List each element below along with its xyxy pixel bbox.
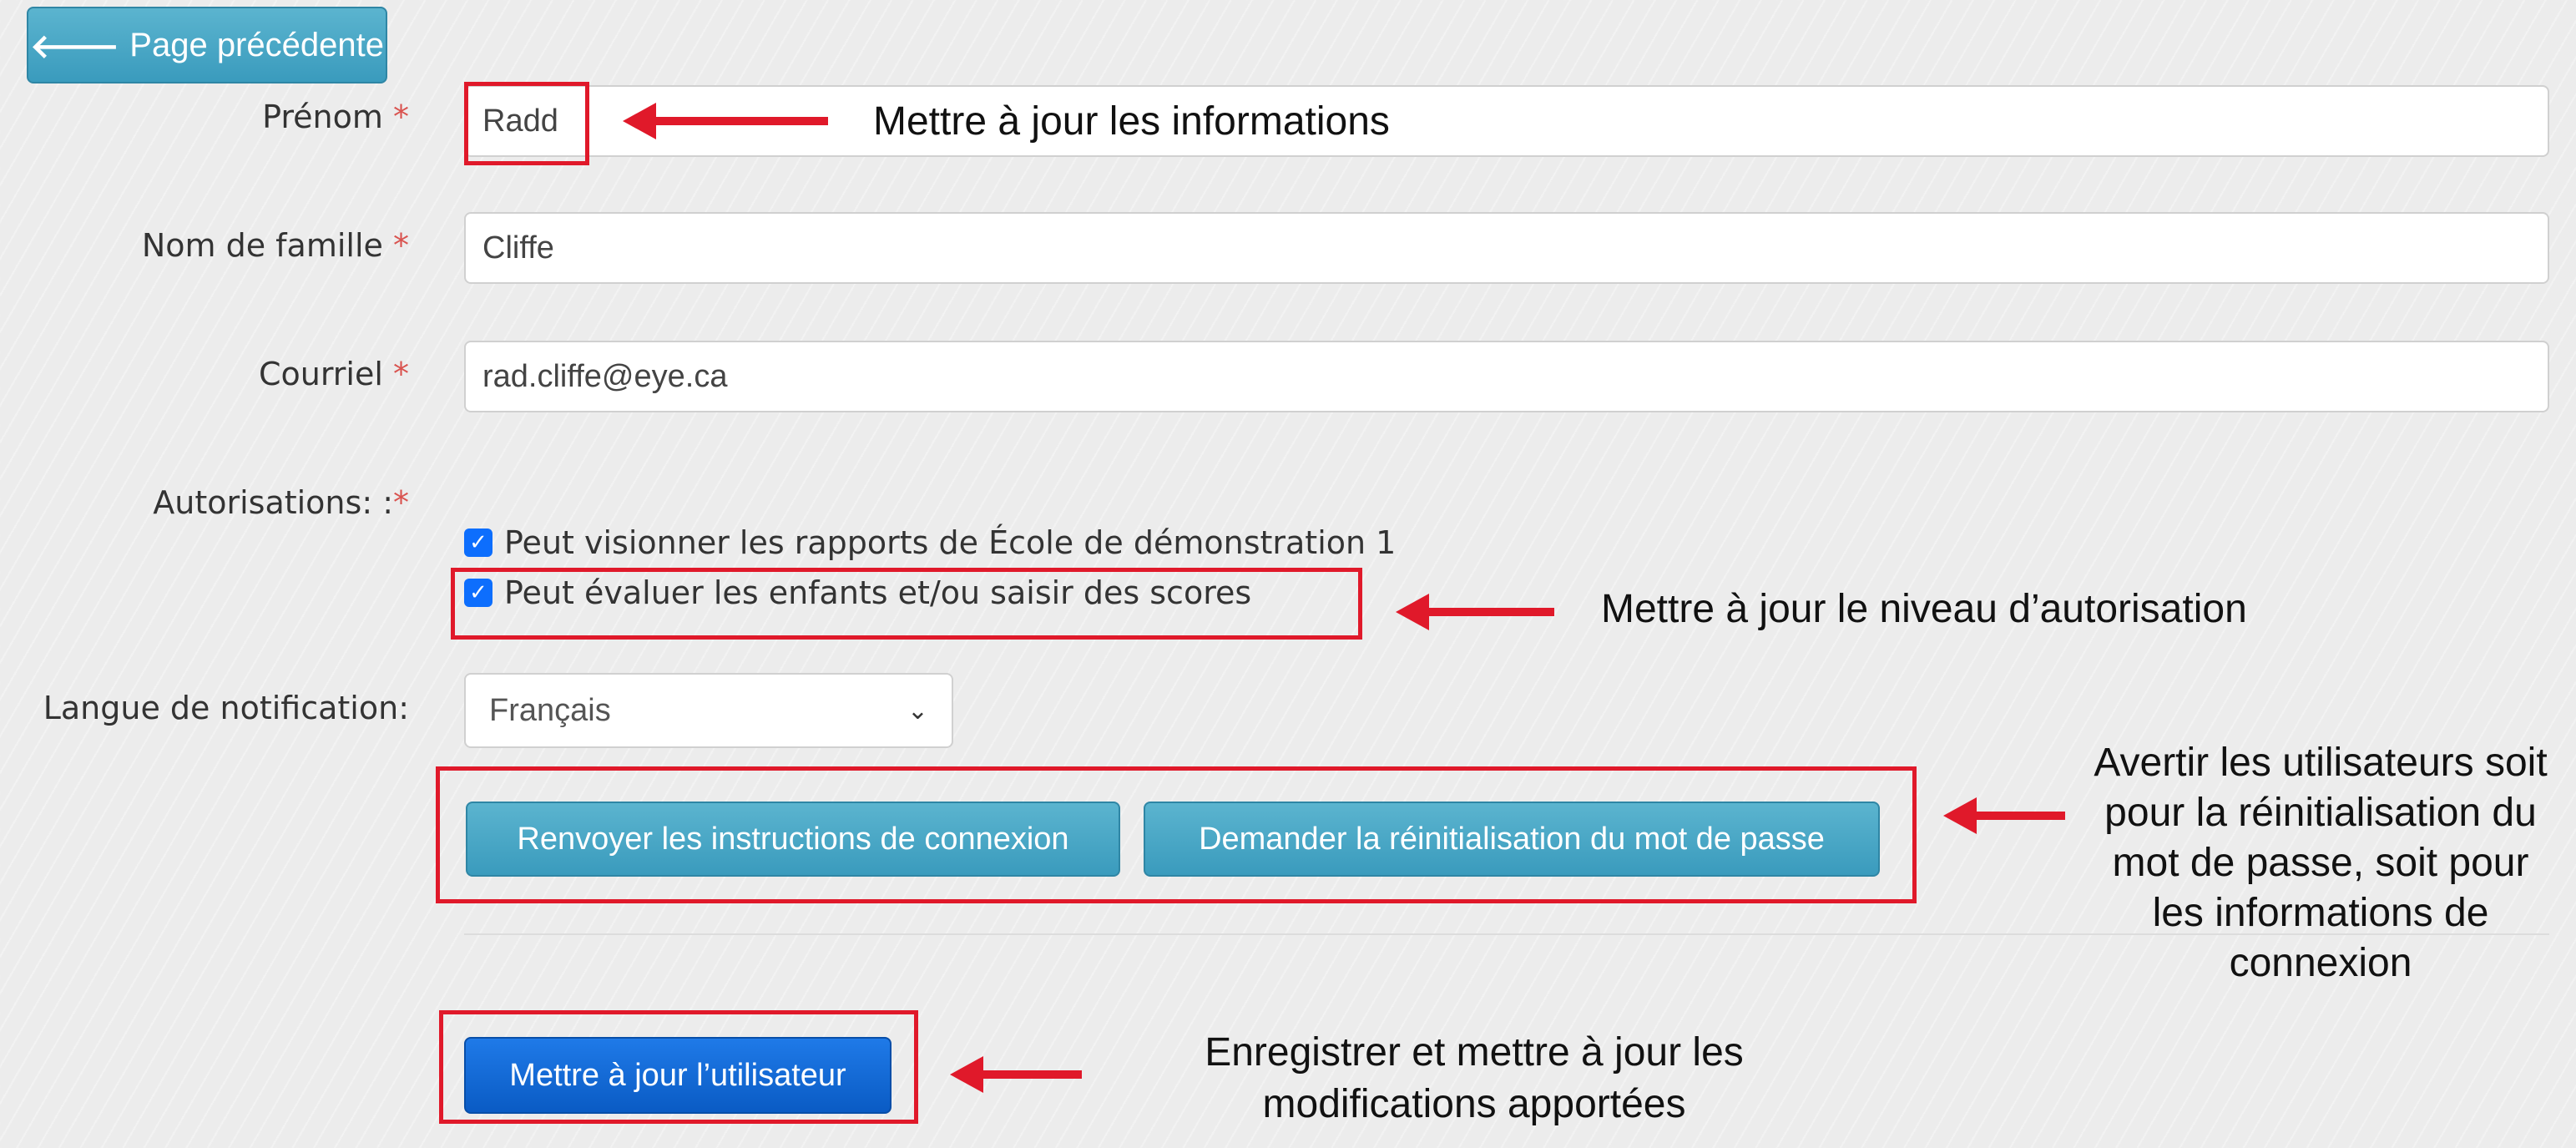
first-name-label: Prénom * (262, 99, 409, 135)
annotation-box-permission (451, 568, 1362, 640)
back-button[interactable]: 🡐 Page précédente (27, 7, 387, 83)
annotation-box-notify-buttons (436, 766, 1917, 903)
chevron-down-icon: ⌄ (907, 696, 928, 725)
arrow-left-icon: 🡐 (30, 28, 120, 65)
permissions-label: Autorisations: :* (153, 484, 409, 521)
permission-view-reports[interactable]: ✓ Peut visionner les rapports de École d… (464, 524, 1396, 561)
last-name-input[interactable]: Cliffe (464, 212, 2549, 284)
email-value: rad.cliffe@eye.ca (482, 358, 728, 394)
select-value: Français (489, 692, 611, 728)
annotation-arrow-left-icon (1396, 594, 1554, 630)
annotation-arrow-left-icon (623, 103, 828, 139)
permission-label: Peut visionner les rapports de École de … (504, 524, 1397, 561)
annotation-box-update-button (439, 1010, 918, 1124)
notification-language-label: Langue de notification: (43, 690, 409, 726)
annotation-arrow-left-icon (950, 1056, 1082, 1093)
email-label: Courriel * (258, 356, 409, 392)
notification-language-select[interactable]: Français ⌄ (464, 673, 953, 748)
annotation-update-info: Mettre à jour les informations (873, 99, 1390, 144)
annotation-notify-users: Avertir les utilisateurs soit pour la ré… (2094, 741, 2548, 985)
back-button-label: Page précédente (129, 26, 384, 63)
checkbox-checked-icon[interactable]: ✓ (464, 528, 492, 557)
last-name-value: Cliffe (482, 230, 554, 266)
last-name-label: Nom de famille * (141, 227, 409, 264)
annotation-box-first-name (464, 82, 589, 165)
annotation-arrow-left-icon (1943, 797, 2065, 834)
annotation-update-permission: Mettre à jour le niveau d’autorisation (1601, 587, 2247, 631)
email-input[interactable]: rad.cliffe@eye.ca (464, 341, 2549, 412)
annotation-save-changes: Enregistrer et mettre à jour les modific… (1205, 1030, 1744, 1126)
